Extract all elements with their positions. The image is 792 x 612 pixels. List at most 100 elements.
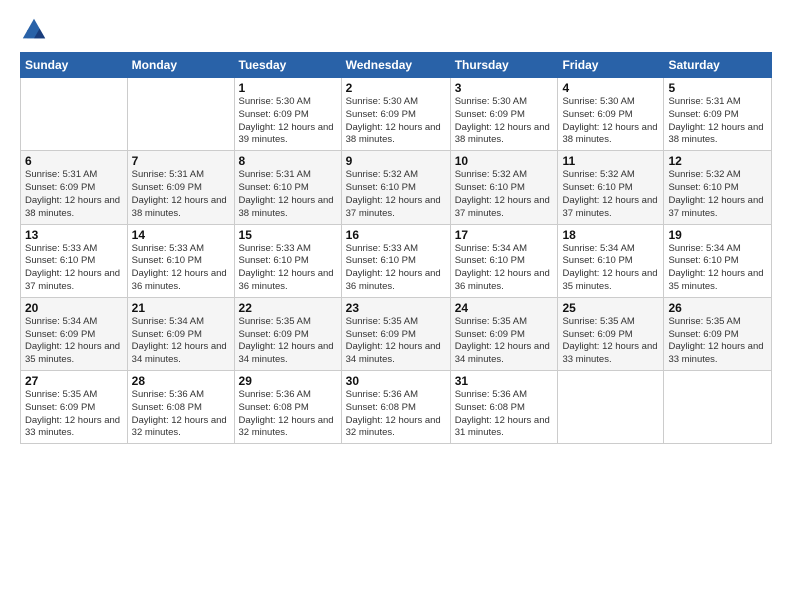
- calendar-cell: 2Sunrise: 5:30 AMSunset: 6:09 PMDaylight…: [341, 78, 450, 151]
- day-number: 9: [346, 154, 446, 168]
- day-detail: Sunrise: 5:34 AMSunset: 6:09 PMDaylight:…: [132, 316, 230, 367]
- calendar-cell: [127, 78, 234, 151]
- calendar-cell: 10Sunrise: 5:32 AMSunset: 6:10 PMDayligh…: [450, 151, 558, 224]
- day-number: 30: [346, 374, 446, 388]
- calendar-cell: 4Sunrise: 5:30 AMSunset: 6:09 PMDaylight…: [558, 78, 664, 151]
- calendar-cell: 30Sunrise: 5:36 AMSunset: 6:08 PMDayligh…: [341, 371, 450, 444]
- day-number: 5: [668, 81, 767, 95]
- calendar-cell: 3Sunrise: 5:30 AMSunset: 6:09 PMDaylight…: [450, 78, 558, 151]
- day-number: 29: [239, 374, 337, 388]
- day-detail: Sunrise: 5:31 AMSunset: 6:09 PMDaylight:…: [668, 96, 767, 147]
- day-number: 14: [132, 228, 230, 242]
- logo: [20, 16, 52, 44]
- day-number: 20: [25, 301, 123, 315]
- day-detail: Sunrise: 5:31 AMSunset: 6:09 PMDaylight:…: [25, 169, 123, 220]
- day-detail: Sunrise: 5:35 AMSunset: 6:09 PMDaylight:…: [668, 316, 767, 367]
- day-number: 11: [562, 154, 659, 168]
- day-number: 31: [455, 374, 554, 388]
- day-number: 16: [346, 228, 446, 242]
- day-number: 8: [239, 154, 337, 168]
- day-detail: Sunrise: 5:34 AMSunset: 6:10 PMDaylight:…: [455, 243, 554, 294]
- day-number: 6: [25, 154, 123, 168]
- calendar-cell: 14Sunrise: 5:33 AMSunset: 6:10 PMDayligh…: [127, 224, 234, 297]
- day-detail: Sunrise: 5:36 AMSunset: 6:08 PMDaylight:…: [239, 389, 337, 440]
- day-detail: Sunrise: 5:32 AMSunset: 6:10 PMDaylight:…: [668, 169, 767, 220]
- day-of-week-header: Sunday: [21, 53, 128, 78]
- day-detail: Sunrise: 5:32 AMSunset: 6:10 PMDaylight:…: [346, 169, 446, 220]
- day-number: 15: [239, 228, 337, 242]
- day-detail: Sunrise: 5:35 AMSunset: 6:09 PMDaylight:…: [25, 389, 123, 440]
- calendar-cell: 1Sunrise: 5:30 AMSunset: 6:09 PMDaylight…: [234, 78, 341, 151]
- calendar-cell: 22Sunrise: 5:35 AMSunset: 6:09 PMDayligh…: [234, 297, 341, 370]
- calendar-cell: 13Sunrise: 5:33 AMSunset: 6:10 PMDayligh…: [21, 224, 128, 297]
- calendar-cell: 21Sunrise: 5:34 AMSunset: 6:09 PMDayligh…: [127, 297, 234, 370]
- day-number: 18: [562, 228, 659, 242]
- day-number: 10: [455, 154, 554, 168]
- day-detail: Sunrise: 5:35 AMSunset: 6:09 PMDaylight:…: [239, 316, 337, 367]
- day-number: 2: [346, 81, 446, 95]
- day-number: 28: [132, 374, 230, 388]
- calendar-cell: 26Sunrise: 5:35 AMSunset: 6:09 PMDayligh…: [664, 297, 772, 370]
- day-number: 12: [668, 154, 767, 168]
- calendar-cell: 23Sunrise: 5:35 AMSunset: 6:09 PMDayligh…: [341, 297, 450, 370]
- day-detail: Sunrise: 5:32 AMSunset: 6:10 PMDaylight:…: [455, 169, 554, 220]
- day-of-week-header: Monday: [127, 53, 234, 78]
- calendar: SundayMondayTuesdayWednesdayThursdayFrid…: [20, 52, 772, 444]
- day-detail: Sunrise: 5:33 AMSunset: 6:10 PMDaylight:…: [132, 243, 230, 294]
- calendar-cell: 28Sunrise: 5:36 AMSunset: 6:08 PMDayligh…: [127, 371, 234, 444]
- calendar-cell: 6Sunrise: 5:31 AMSunset: 6:09 PMDaylight…: [21, 151, 128, 224]
- day-detail: Sunrise: 5:30 AMSunset: 6:09 PMDaylight:…: [239, 96, 337, 147]
- day-number: 19: [668, 228, 767, 242]
- day-detail: Sunrise: 5:30 AMSunset: 6:09 PMDaylight:…: [562, 96, 659, 147]
- calendar-cell: 29Sunrise: 5:36 AMSunset: 6:08 PMDayligh…: [234, 371, 341, 444]
- calendar-cell: 15Sunrise: 5:33 AMSunset: 6:10 PMDayligh…: [234, 224, 341, 297]
- logo-icon: [20, 16, 48, 44]
- calendar-cell: 8Sunrise: 5:31 AMSunset: 6:10 PMDaylight…: [234, 151, 341, 224]
- day-detail: Sunrise: 5:35 AMSunset: 6:09 PMDaylight:…: [562, 316, 659, 367]
- calendar-cell: [21, 78, 128, 151]
- day-of-week-header: Friday: [558, 53, 664, 78]
- calendar-cell: 19Sunrise: 5:34 AMSunset: 6:10 PMDayligh…: [664, 224, 772, 297]
- calendar-cell: 5Sunrise: 5:31 AMSunset: 6:09 PMDaylight…: [664, 78, 772, 151]
- calendar-cell: 9Sunrise: 5:32 AMSunset: 6:10 PMDaylight…: [341, 151, 450, 224]
- day-of-week-header: Saturday: [664, 53, 772, 78]
- day-detail: Sunrise: 5:32 AMSunset: 6:10 PMDaylight:…: [562, 169, 659, 220]
- day-detail: Sunrise: 5:36 AMSunset: 6:08 PMDaylight:…: [132, 389, 230, 440]
- calendar-cell: 16Sunrise: 5:33 AMSunset: 6:10 PMDayligh…: [341, 224, 450, 297]
- day-detail: Sunrise: 5:31 AMSunset: 6:10 PMDaylight:…: [239, 169, 337, 220]
- day-number: 21: [132, 301, 230, 315]
- day-number: 3: [455, 81, 554, 95]
- day-number: 4: [562, 81, 659, 95]
- day-detail: Sunrise: 5:33 AMSunset: 6:10 PMDaylight:…: [239, 243, 337, 294]
- day-detail: Sunrise: 5:30 AMSunset: 6:09 PMDaylight:…: [346, 96, 446, 147]
- calendar-cell: [664, 371, 772, 444]
- calendar-cell: 7Sunrise: 5:31 AMSunset: 6:09 PMDaylight…: [127, 151, 234, 224]
- day-detail: Sunrise: 5:36 AMSunset: 6:08 PMDaylight:…: [455, 389, 554, 440]
- calendar-cell: 12Sunrise: 5:32 AMSunset: 6:10 PMDayligh…: [664, 151, 772, 224]
- calendar-cell: 31Sunrise: 5:36 AMSunset: 6:08 PMDayligh…: [450, 371, 558, 444]
- day-detail: Sunrise: 5:34 AMSunset: 6:10 PMDaylight:…: [562, 243, 659, 294]
- day-detail: Sunrise: 5:34 AMSunset: 6:10 PMDaylight:…: [668, 243, 767, 294]
- day-number: 1: [239, 81, 337, 95]
- day-number: 26: [668, 301, 767, 315]
- day-detail: Sunrise: 5:35 AMSunset: 6:09 PMDaylight:…: [455, 316, 554, 367]
- calendar-cell: [558, 371, 664, 444]
- calendar-cell: 11Sunrise: 5:32 AMSunset: 6:10 PMDayligh…: [558, 151, 664, 224]
- day-number: 25: [562, 301, 659, 315]
- day-detail: Sunrise: 5:35 AMSunset: 6:09 PMDaylight:…: [346, 316, 446, 367]
- day-number: 27: [25, 374, 123, 388]
- calendar-cell: 27Sunrise: 5:35 AMSunset: 6:09 PMDayligh…: [21, 371, 128, 444]
- calendar-cell: 18Sunrise: 5:34 AMSunset: 6:10 PMDayligh…: [558, 224, 664, 297]
- calendar-cell: 20Sunrise: 5:34 AMSunset: 6:09 PMDayligh…: [21, 297, 128, 370]
- day-of-week-header: Thursday: [450, 53, 558, 78]
- day-of-week-header: Tuesday: [234, 53, 341, 78]
- day-detail: Sunrise: 5:33 AMSunset: 6:10 PMDaylight:…: [25, 243, 123, 294]
- day-number: 13: [25, 228, 123, 242]
- day-number: 23: [346, 301, 446, 315]
- day-detail: Sunrise: 5:31 AMSunset: 6:09 PMDaylight:…: [132, 169, 230, 220]
- day-detail: Sunrise: 5:36 AMSunset: 6:08 PMDaylight:…: [346, 389, 446, 440]
- calendar-cell: 24Sunrise: 5:35 AMSunset: 6:09 PMDayligh…: [450, 297, 558, 370]
- day-of-week-header: Wednesday: [341, 53, 450, 78]
- day-detail: Sunrise: 5:33 AMSunset: 6:10 PMDaylight:…: [346, 243, 446, 294]
- day-detail: Sunrise: 5:30 AMSunset: 6:09 PMDaylight:…: [455, 96, 554, 147]
